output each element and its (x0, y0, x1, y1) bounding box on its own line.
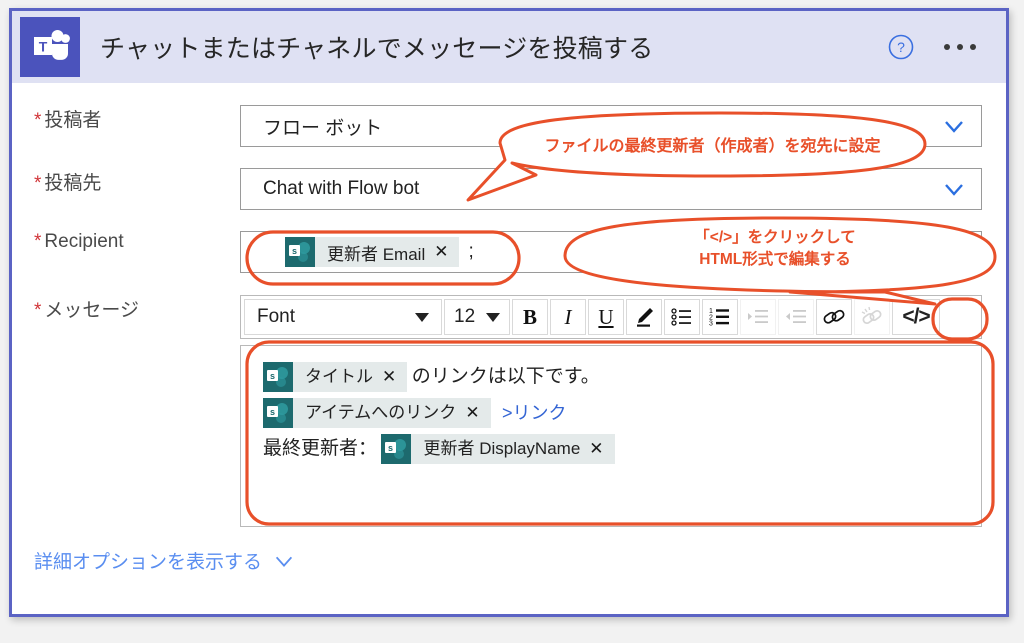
required-mark: * (34, 231, 42, 252)
callout-1-text: ファイルの最終更新者（作成者）を宛先に設定 (544, 138, 881, 155)
sharepoint-icon: s (381, 434, 412, 465)
svg-text:T: T (39, 39, 48, 55)
bullet-list-icon[interactable] (664, 299, 700, 335)
card-header: T チャットまたはチャネルでメッセージを投稿する ? (12, 11, 1006, 83)
message-line-3-prefix: 最終更新者： (263, 438, 378, 460)
recipient-token[interactable]: s 更新者 Email ✕ (285, 237, 460, 267)
close-icon[interactable]: ✕ (465, 398, 490, 428)
underline-button[interactable]: U (588, 299, 624, 335)
font-family-value: Font (257, 306, 296, 327)
show-advanced-options-link[interactable]: 詳細オプションを表示する (34, 547, 296, 574)
label-post-to: * 投稿先 (34, 173, 102, 194)
svg-text:s: s (292, 246, 297, 256)
italic-button[interactable]: I (550, 299, 586, 335)
svg-text:s: s (270, 407, 275, 417)
required-mark: * (34, 300, 42, 321)
message-line-3: 最終更新者： s 更新者 DisplayName ✕ (263, 434, 967, 465)
caret-down-icon (415, 312, 429, 322)
help-circle-icon[interactable]: ? (888, 34, 914, 60)
code-view-label: </> (902, 305, 930, 328)
poster-value: フロー ボット (263, 117, 383, 139)
callout-2-line-2: HTML形式で編集する (699, 251, 851, 268)
flow-action-card: T チャットまたはチャネルでメッセージを投稿する ? *投稿者 フロー ボット (9, 8, 1009, 617)
item-link-token-label: アイテムへのリンク (305, 403, 457, 423)
svg-text:s: s (270, 371, 275, 381)
code-view-icon[interactable]: </> (892, 299, 940, 335)
message-line-2-link[interactable]: >リンク (495, 403, 567, 423)
title-token[interactable]: s タイトル ✕ (263, 362, 408, 392)
item-link-token[interactable]: s アイテムへのリンク ✕ (263, 398, 491, 429)
show-advanced-options-label: 詳細オプションを表示する (34, 552, 263, 573)
chevron-down-icon[interactable] (941, 113, 967, 139)
field-row-message: * メッセージ Font 12 B I U 1 2 3 </> (12, 295, 1006, 339)
close-icon[interactable]: ✕ (434, 242, 459, 262)
unlink-icon[interactable] (854, 299, 890, 335)
card-body: * 投稿者 フロー ボット * 投稿先 Chat with Flow bot * Re… (12, 83, 1006, 614)
indent-increase-icon[interactable] (740, 299, 776, 335)
svg-text:s: s (388, 443, 393, 453)
close-icon[interactable]: ✕ (589, 434, 614, 464)
field-row-post-to: * 投稿先 Chat with Flow bot (12, 168, 1006, 210)
label-poster: * 投稿者 (34, 110, 102, 131)
chevron-down-icon[interactable] (941, 176, 967, 202)
post-to-select[interactable]: Chat with Flow bot (240, 168, 982, 210)
bold-button[interactable]: B (512, 299, 548, 335)
recipient-token-label: 更新者 Email (327, 244, 426, 264)
font-size-value: 12 (454, 306, 476, 327)
message-body-spacer (12, 345, 240, 527)
message-line-2: s アイテムへのリンク ✕ >リンク (263, 398, 967, 429)
display-name-token[interactable]: s 更新者 DisplayName ✕ (381, 434, 615, 465)
display-name-token-label: 更新者 DisplayName (423, 439, 581, 459)
font-size-dropdown[interactable]: 12 (444, 299, 510, 335)
title-token-label: タイトル (305, 367, 373, 386)
sharepoint-icon: s (263, 362, 293, 392)
caret-down-icon (486, 312, 500, 322)
teams-logo-icon: T (20, 17, 80, 77)
message-line-1-text: のリンクは以下です。 (411, 366, 600, 387)
label-message: * メッセージ (34, 300, 140, 321)
message-body-row: s タイトル ✕ のリンクは以下です。 s アイテムへのリンク ✕ >リンク 最… (12, 345, 1006, 527)
message-editor[interactable]: s タイトル ✕ のリンクは以下です。 s アイテムへのリンク ✕ >リンク 最… (240, 345, 982, 527)
svg-text:3: 3 (709, 321, 713, 328)
rich-text-toolbar: Font 12 B I U 1 2 3 </> (240, 295, 982, 339)
more-options-icon[interactable] (944, 44, 976, 50)
recipient-separator: ; (468, 241, 474, 262)
page-title: チャットまたはチャネルでメッセージを投稿する (100, 35, 654, 63)
close-icon[interactable]: ✕ (382, 362, 407, 392)
sharepoint-icon: s (285, 237, 315, 267)
post-to-value: Chat with Flow bot (263, 178, 420, 199)
required-mark: * (34, 173, 42, 194)
required-mark: * (34, 110, 42, 131)
font-family-dropdown[interactable]: Font (244, 299, 442, 335)
chevron-down-icon (275, 556, 293, 567)
link-icon[interactable] (816, 299, 852, 335)
message-line-1: s タイトル ✕ のリンクは以下です。 (263, 362, 967, 392)
svg-text:?: ? (897, 39, 905, 55)
callout-2-line-1: 「</>」をクリックして (694, 229, 856, 246)
sharepoint-icon: s (263, 398, 293, 429)
label-recipient: * Recipient (34, 231, 124, 252)
pen-highlighter-icon[interactable] (626, 299, 662, 335)
header-actions: ? (888, 34, 1006, 60)
indent-decrease-icon[interactable] (778, 299, 814, 335)
numbered-list-icon[interactable]: 1 2 3 (702, 299, 738, 335)
